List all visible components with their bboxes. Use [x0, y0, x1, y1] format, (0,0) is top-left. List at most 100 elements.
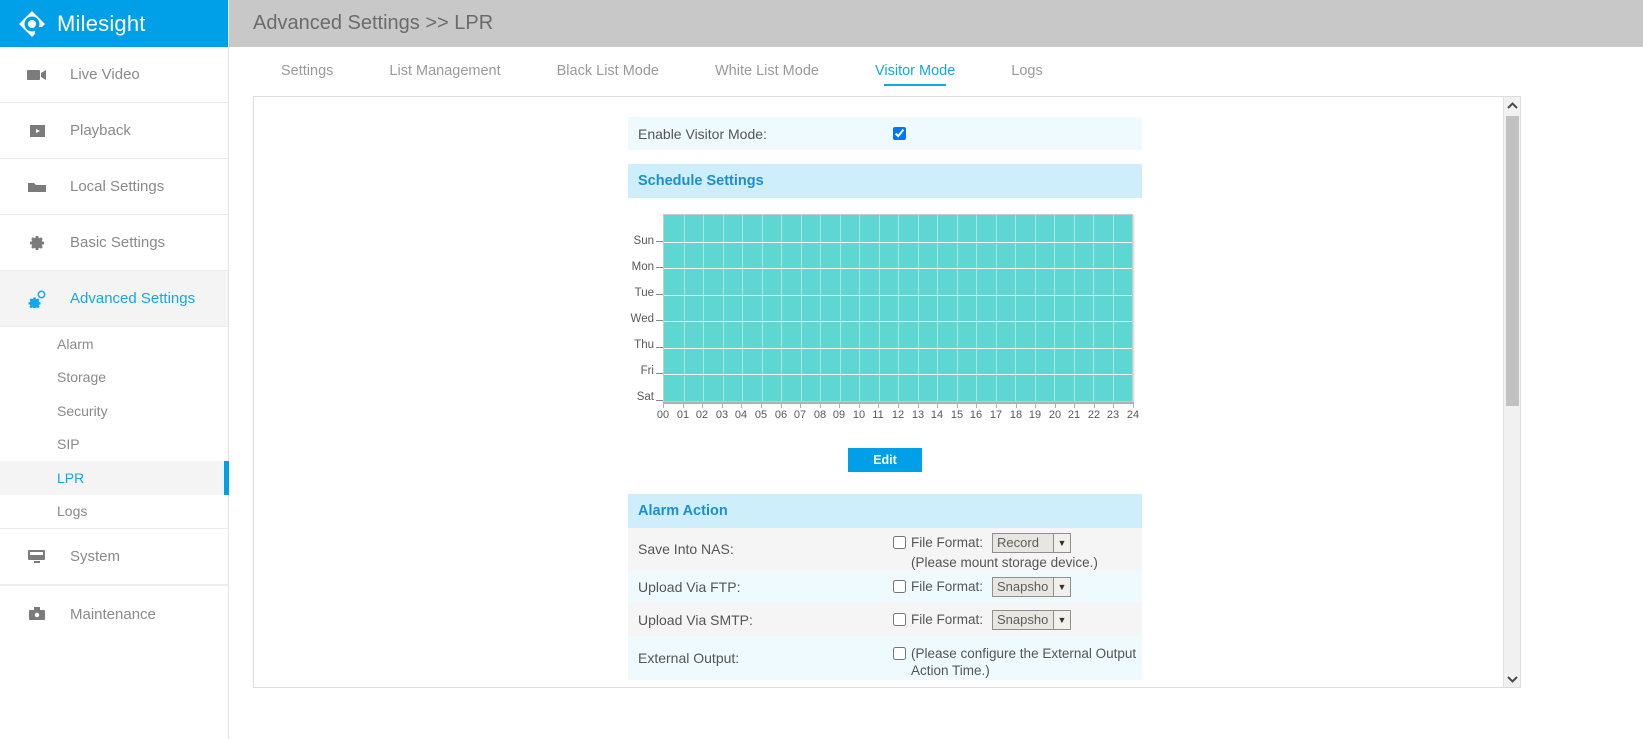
schedule-x-tick-label: 22	[1087, 409, 1101, 421]
schedule-x-tick	[781, 402, 782, 408]
schedule-y-tick	[656, 294, 663, 295]
sidebar-subitem-label: Logs	[57, 503, 88, 520]
schedule-x-tick	[957, 402, 958, 408]
schedule-x-tick	[820, 402, 821, 408]
external-output-label: External Output:	[638, 650, 740, 666]
upload-via-smtp-checkbox[interactable]	[893, 613, 906, 626]
upload-via-smtp-file-format-select[interactable]: Snapsho ▼	[992, 609, 1072, 630]
schedule-col-divider	[957, 215, 958, 401]
schedule-x-tick-label: 02	[695, 409, 709, 421]
brand-header: Milesight	[0, 0, 228, 47]
sidebar-subitem-label: LPR	[57, 469, 85, 486]
sidebar-item-advanced-settings[interactable]: Advanced Settings	[0, 271, 228, 327]
save-into-nas-checkbox[interactable]	[893, 536, 906, 549]
sidebar-item-local-settings[interactable]: Local Settings	[0, 159, 228, 215]
scrollbar-thumb[interactable]	[1506, 116, 1519, 406]
file-format-label: File Format:	[911, 579, 984, 594]
schedule-col-divider	[781, 215, 782, 401]
schedule-x-tick-label: 19	[1028, 409, 1042, 421]
sidebar-subitem-lpr[interactable]: LPR	[0, 461, 229, 495]
schedule-x-tick	[878, 402, 879, 408]
sidebar-item-live-video[interactable]: Live Video	[0, 47, 228, 103]
schedule-day-label: Thu	[634, 339, 654, 351]
schedule-x-tick	[761, 402, 762, 408]
monitor-icon	[26, 546, 48, 568]
schedule-x-tick	[1094, 402, 1095, 408]
video-camera-icon	[26, 64, 48, 86]
upload-via-ftp-file-format-select[interactable]: Snapsho ▼	[992, 576, 1072, 597]
schedule-grid[interactable]	[663, 214, 1133, 402]
schedule-x-tick-label: 10	[852, 409, 866, 421]
select-value: Snapsho	[997, 578, 1049, 594]
schedule-col-divider	[840, 215, 841, 401]
schedule-day-label: Tue	[634, 287, 654, 299]
schedule-x-tick-label: 12	[891, 409, 905, 421]
tab-logs[interactable]: Logs	[983, 47, 1070, 95]
content-panel: Enable Visitor Mode: Schedule Settings S…	[253, 96, 1521, 688]
sidebar-subitem-storage[interactable]: Storage	[0, 361, 228, 395]
sidebar-item-label: Live Video	[70, 66, 140, 83]
enable-visitor-mode-checkbox[interactable]	[893, 127, 906, 140]
schedule-x-tick	[1074, 402, 1075, 408]
schedule-col-divider	[1015, 215, 1016, 401]
scroll-up-button[interactable]	[1504, 97, 1520, 114]
schedule-col-divider	[1074, 215, 1075, 401]
row-save-into-nas: Save Into NAS: File Format: Record ▼ (Pl	[628, 528, 1142, 570]
schedule-x-tick	[663, 402, 664, 408]
breadcrumb: Advanced Settings >> LPR	[253, 12, 494, 34]
save-into-nas-file-format-select[interactable]: Record ▼	[992, 532, 1072, 553]
schedule-col-divider	[1035, 215, 1036, 401]
external-output-checkbox[interactable]	[893, 647, 906, 660]
folder-icon	[26, 176, 48, 198]
schedule-y-tick	[656, 267, 663, 268]
chevron-down-icon: ▼	[1053, 533, 1071, 552]
schedule-x-tick-label: 09	[832, 409, 846, 421]
schedule-col-divider	[1093, 215, 1094, 401]
tab-settings[interactable]: Settings	[253, 47, 361, 95]
sidebar-item-maintenance[interactable]: Maintenance	[0, 586, 228, 642]
application-window: Milesight Live Video Playback Local Sett…	[0, 0, 1643, 739]
schedule-x-tick	[976, 402, 977, 408]
sidebar-item-label: Advanced Settings	[70, 290, 196, 307]
scroll-down-button[interactable]	[1504, 670, 1520, 687]
edit-schedule-button[interactable]: Edit	[848, 448, 922, 472]
select-value: Record	[997, 534, 1039, 550]
panel-scrollbar[interactable]	[1503, 97, 1520, 687]
brand-name: Milesight	[57, 10, 146, 36]
upload-via-ftp-checkbox[interactable]	[893, 580, 906, 593]
upload-via-smtp-value: File Format: Snapsho ▼	[885, 603, 1142, 636]
sidebar-item-system[interactable]: System	[0, 529, 228, 585]
sidebar-subitem-label: Storage	[57, 369, 107, 386]
schedule-x-tick-label: 00	[656, 409, 670, 421]
sidebar: Milesight Live Video Playback Local Sett…	[0, 0, 229, 739]
schedule-x-tick	[1133, 402, 1134, 408]
tab-label: Visitor Mode	[874, 63, 956, 79]
schedule-col-divider	[723, 215, 724, 401]
schedule-x-tick-label: 05	[754, 409, 768, 421]
sidebar-item-basic-settings[interactable]: Basic Settings	[0, 215, 228, 271]
schedule-x-tick	[702, 402, 703, 408]
schedule-col-divider	[879, 215, 880, 401]
schedule-chart[interactable]: Sun Mon Tue Wed Thu Fri Sat 00 01 02 03 04 05…	[628, 206, 1142, 436]
gears-icon	[26, 288, 48, 310]
schedule-x-tick-label: 14	[930, 409, 944, 421]
schedule-col-divider	[1113, 215, 1114, 401]
schedule-day-label: Sat	[636, 391, 654, 403]
enable-visitor-mode-label: Enable Visitor Mode:	[638, 125, 767, 142]
schedule-col-divider	[937, 215, 938, 401]
sidebar-item-playback[interactable]: Playback	[0, 103, 228, 159]
schedule-x-tick	[839, 402, 840, 408]
tab-black-list-mode[interactable]: Black List Mode	[529, 47, 687, 95]
schedule-col-divider	[976, 215, 977, 401]
main-content: Advanced Settings >> LPR Settings List M…	[229, 0, 1643, 739]
sidebar-subitem-logs[interactable]: Logs	[0, 495, 228, 529]
tab-white-list-mode[interactable]: White List Mode	[687, 47, 847, 95]
tab-list-management[interactable]: List Management	[361, 47, 528, 95]
sidebar-subitem-alarm[interactable]: Alarm	[0, 327, 228, 361]
enable-visitor-mode-value	[885, 117, 1142, 150]
tab-visitor-mode[interactable]: Visitor Mode	[847, 47, 983, 95]
schedule-y-tick	[656, 241, 663, 242]
sidebar-subitem-sip[interactable]: SIP	[0, 428, 228, 462]
sidebar-subitem-security[interactable]: Security	[0, 394, 228, 428]
sidebar-item-label: Local Settings	[70, 178, 165, 195]
